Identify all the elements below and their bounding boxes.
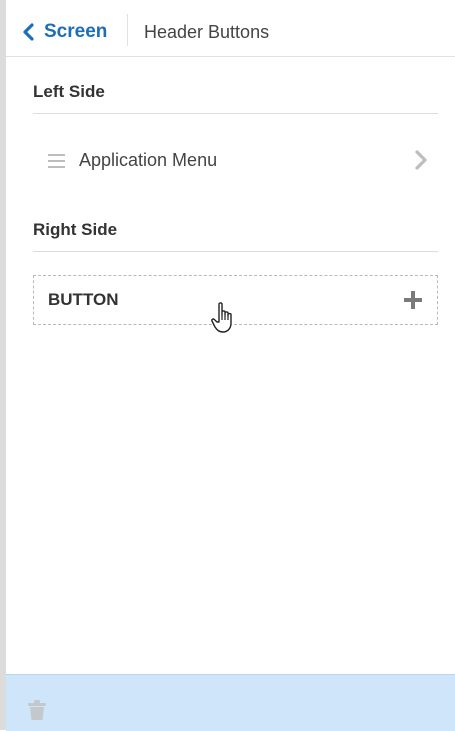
trash-icon[interactable] <box>26 699 48 726</box>
back-button[interactable]: Screen <box>22 17 107 47</box>
plus-icon[interactable] <box>404 291 422 314</box>
button-slot-label: BUTTON <box>48 290 119 309</box>
left-side-section-title: Left Side <box>33 79 438 114</box>
list-item-label: Application Menu <box>79 150 218 170</box>
chevron-left-icon <box>22 23 34 41</box>
panel-footer <box>6 674 455 731</box>
header-divider <box>127 14 128 46</box>
panel-header: Screen Header Buttons <box>6 0 455 57</box>
list-item-application-menu[interactable]: Application Menu <box>33 138 438 182</box>
page-title: Header Buttons <box>144 22 270 42</box>
chevron-right-icon <box>414 149 428 176</box>
header-buttons-panel: Screen Header Buttons Left Side Applicat… <box>6 0 455 731</box>
right-side-section-title: Right Side <box>33 217 438 252</box>
drag-handle-icon[interactable] <box>48 154 65 168</box>
back-button-label: Screen <box>44 21 108 42</box>
hand-pointer-icon <box>210 301 238 340</box>
